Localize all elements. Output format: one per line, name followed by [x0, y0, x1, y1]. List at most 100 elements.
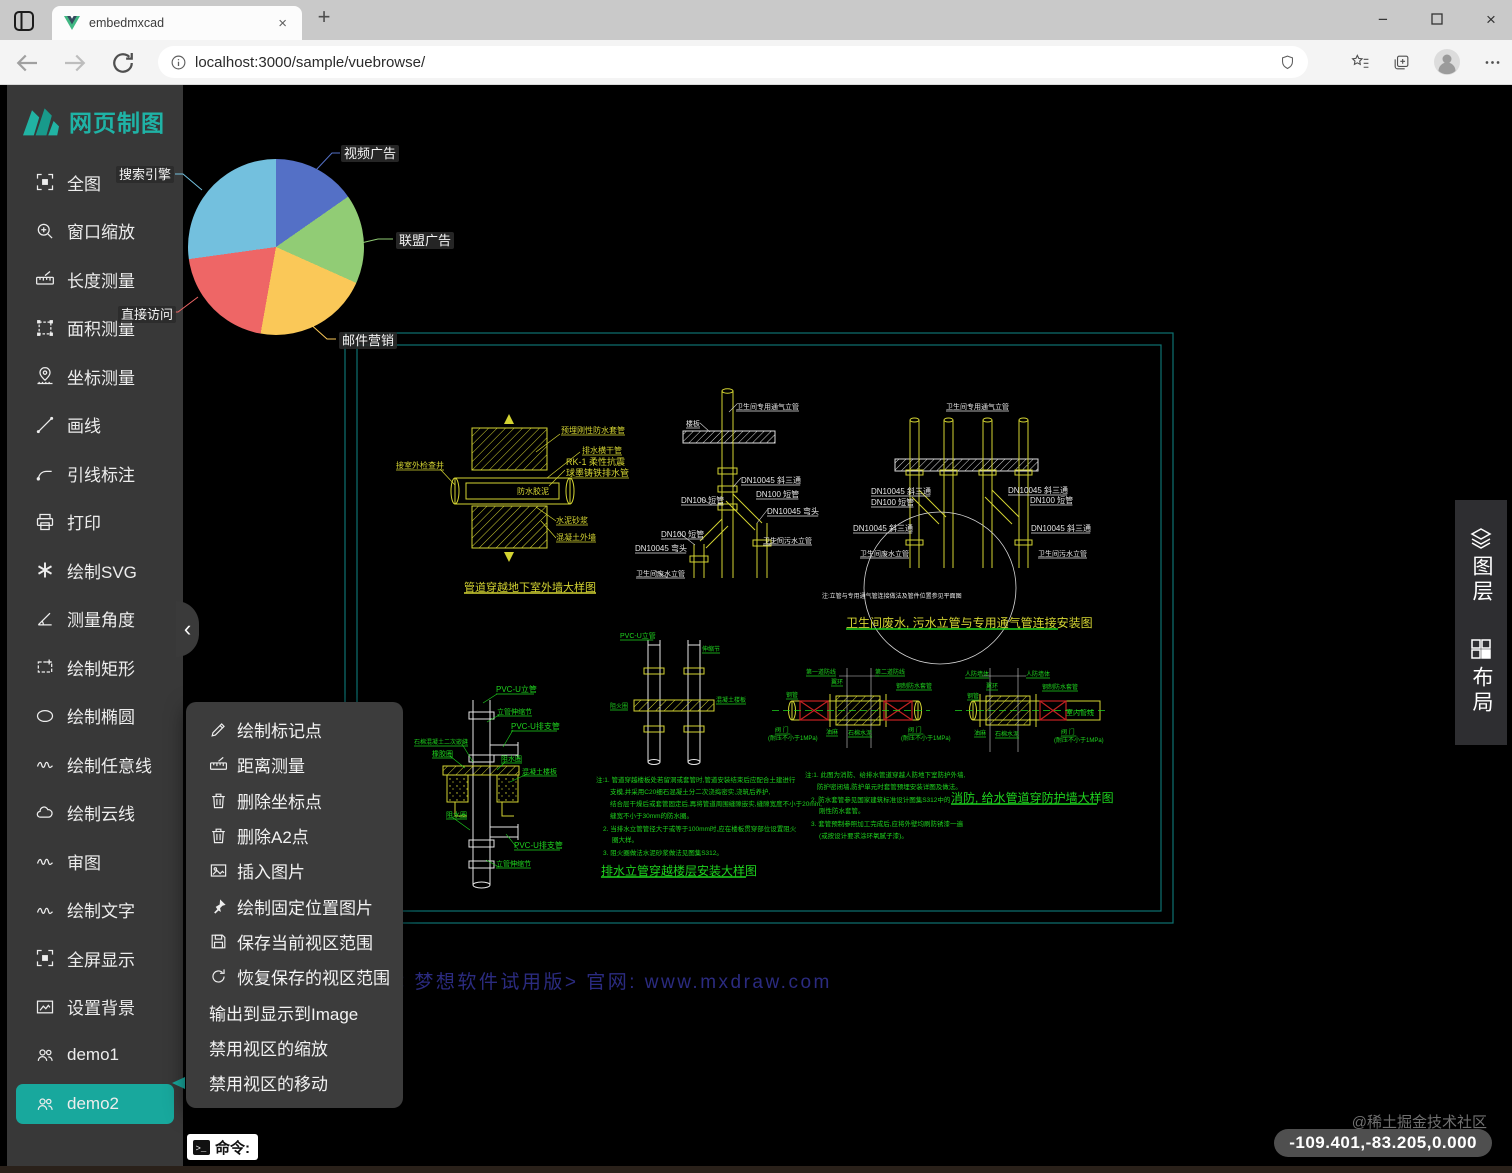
layout-button[interactable]: 布局 [1466, 637, 1496, 716]
cad-label: 阻水圈 [501, 754, 522, 763]
cad-label: PVC-U排支管 [511, 721, 560, 731]
sidebar-item-测量角度[interactable]: 测量角度 [7, 595, 183, 644]
menu-item-绘制固定位置图片[interactable]: 绘制固定位置图片 [186, 888, 403, 923]
cad-label: 卫生间废水立管 [860, 549, 909, 558]
pie-label-视频广告: 视频广告 [341, 145, 399, 162]
sidebar-item-设置背景[interactable]: 设置背景 [7, 983, 183, 1032]
pie-leader-line [361, 239, 393, 243]
icon-area [35, 318, 55, 338]
icon-background [35, 997, 55, 1017]
menu-item-输出到显示到Image[interactable]: 输出到显示到Image [186, 994, 403, 1029]
icon-fullview [35, 948, 55, 968]
site-info-icon[interactable] [170, 54, 187, 71]
cad-label: 第二道防线 [875, 668, 905, 676]
sidebar-item-demo2[interactable]: demo2 [16, 1084, 174, 1124]
new-tab-button[interactable]: + [310, 4, 338, 30]
cad-label: DN100 短管 [681, 495, 724, 505]
icon-trash [209, 791, 228, 810]
cad-app-canvas[interactable]: < 梦想软件试用版> 官网: www.mxdraw.com 预埋刚性防水套管排水… [0, 85, 1512, 1173]
menu-item-保存当前视区范围[interactable]: 保存当前视区范围 [186, 924, 403, 959]
sidebar-item-长度测量[interactable]: 长度测量 [7, 255, 183, 304]
sidebar-item-窗口缩放[interactable]: 窗口缩放 [7, 207, 183, 256]
pie-chart[interactable] [188, 159, 364, 335]
sidebar-item-绘制云线[interactable]: 绘制云线 [7, 789, 183, 838]
cad-label: 立管伸缩节 [497, 707, 532, 716]
cad-labels: 预埋刚性防水套管排水横干管RK-1 柔性抗震球墨铸铁排水管防水胶泥水泥砂浆混凝土… [396, 402, 1114, 878]
sidebar-item-label: demo1 [67, 1045, 119, 1065]
window-bottom-edge [0, 1166, 1512, 1173]
menu-item-禁用视区的移动[interactable]: 禁用视区的移动 [186, 1065, 403, 1100]
browser-toolbar: localhost:3000/sample/vuebrowse/ [0, 40, 1512, 85]
sidebar-item-demo1[interactable]: demo1 [7, 1031, 183, 1080]
browser-essentials-icon[interactable] [1279, 54, 1296, 71]
cad-detail-riser [690, 389, 771, 578]
maximize-button[interactable] [1424, 10, 1450, 30]
back-icon[interactable] [12, 48, 42, 78]
profile-avatar[interactable] [1433, 48, 1461, 76]
sidebar-item-全屏显示[interactable]: 全屏显示 [7, 934, 183, 983]
icon-users [35, 1045, 55, 1065]
cad-label: DN100 短管 [871, 497, 914, 507]
icon-ellipse [35, 706, 55, 726]
sidebar-item-绘制任意线[interactable]: 绘制任意线 [7, 740, 183, 789]
cad-detail-pvc [469, 700, 518, 888]
menu-item-距离测量[interactable]: 距离测量 [186, 747, 403, 782]
favorites-icon[interactable] [1351, 53, 1370, 72]
menu-item-删除A2点[interactable]: 删除A2点 [186, 818, 403, 853]
sidebar-item-引线标注[interactable]: 引线标注 [7, 449, 183, 498]
sidebar-item-绘制文字[interactable]: 绘制文字 [7, 886, 183, 935]
sidebar-item-坐标测量[interactable]: 坐标测量 [7, 352, 183, 401]
icon-squiggle [35, 754, 55, 774]
layout-label: 布局 [1466, 666, 1496, 716]
icon-refresh [209, 967, 228, 986]
terminal-icon: >_ [193, 1140, 210, 1155]
layers-button[interactable]: 图层 [1466, 526, 1496, 605]
tab-close-icon[interactable]: × [275, 15, 290, 32]
forward-icon[interactable] [60, 48, 90, 78]
cad-frame [345, 333, 1173, 923]
sidebar-item-label: 打印 [67, 509, 101, 534]
workspace-icon[interactable] [12, 9, 36, 33]
cad-label: 2. 防水套管参见国家建筑标准设计图集S312中的 [811, 795, 951, 804]
sidebar-item-label: 坐标测量 [67, 364, 135, 389]
icon-zoomwin [35, 221, 55, 241]
sidebar-item-label: demo2 [67, 1094, 119, 1114]
cad-label: 卫生间专用通气立管 [736, 402, 799, 411]
cad-label: 接室外检查井 [396, 460, 444, 470]
mxdraw-logo-icon [21, 103, 61, 139]
sidebar-item-绘制椭圆[interactable]: 绘制椭圆 [7, 692, 183, 741]
menu-item-禁用视区的缩放[interactable]: 禁用视区的缩放 [186, 1030, 403, 1065]
sidebar-item-打印[interactable]: 打印 [7, 498, 183, 547]
cad-label: PVC-U立管 [496, 684, 537, 694]
command-bar[interactable]: >_ 命令: [187, 1134, 258, 1160]
tab-title: embedmxcad [89, 16, 275, 30]
menu-item-恢复保存的视区范围[interactable]: 恢复保存的视区范围 [186, 959, 403, 994]
menu-item-插入图片[interactable]: 插入图片 [186, 853, 403, 888]
cad-label: 石棉水泥 [848, 729, 872, 737]
cad-label: (耐压不小于1MPa) [901, 734, 951, 742]
refresh-icon[interactable] [108, 48, 138, 78]
tab-bar: embedmxcad × + − × [0, 0, 1512, 40]
cad-label: 混凝土楼板 [716, 696, 746, 704]
menu-item-删除坐标点[interactable]: 删除坐标点 [186, 783, 403, 818]
close-button[interactable]: × [1478, 10, 1504, 30]
sidebar-item-绘制SVG[interactable]: 绘制SVG [7, 546, 183, 595]
cad-label: DN10045 弯头 [635, 543, 687, 553]
sidebar-collapse-handle[interactable]: ‹ [176, 601, 199, 657]
cad-label: 阻火圈 [610, 702, 628, 710]
collections-icon[interactable] [1392, 53, 1411, 72]
sidebar-item-绘制矩形[interactable]: 绘制矩形 [7, 643, 183, 692]
settings-menu-icon[interactable] [1483, 53, 1502, 72]
cad-label: DN100 短管 [661, 529, 704, 539]
cad-label: 防护密闭墙,防护单元时套管预埋安装详图及做法。 [817, 782, 962, 791]
sidebar-item-画线[interactable]: 画线 [7, 401, 183, 450]
sidebar-item-label: 全屏显示 [67, 946, 135, 971]
browser-tab[interactable]: embedmxcad × [52, 6, 302, 40]
cad-label: DN10045 斜三通 [871, 486, 931, 496]
sidebar-item-审图[interactable]: 审图 [7, 837, 183, 886]
icon-pin [209, 897, 228, 916]
menu-item-绘制标记点[interactable]: 绘制标记点 [186, 712, 403, 747]
right-panel: 图层 布局 [1455, 500, 1507, 745]
address-bar[interactable]: localhost:3000/sample/vuebrowse/ [158, 46, 1308, 78]
minimize-button[interactable]: − [1370, 10, 1396, 30]
